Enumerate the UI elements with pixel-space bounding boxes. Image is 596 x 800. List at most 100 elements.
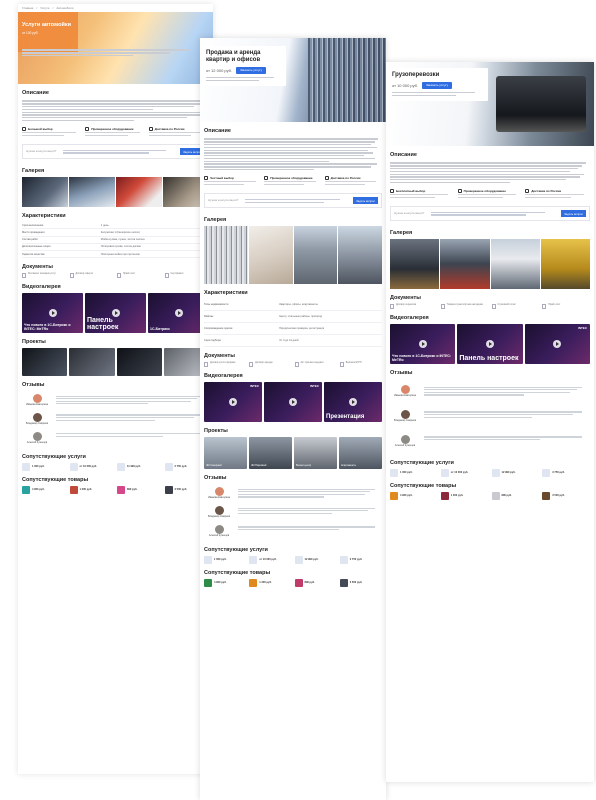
play-icon[interactable] [289, 398, 297, 407]
video-card[interactable]: INTEC [204, 382, 262, 423]
play-icon[interactable] [553, 340, 562, 349]
breadcrumb-item[interactable]: Главная [22, 6, 33, 10]
service-card[interactable]: 1 000 руб. [204, 555, 246, 564]
play-icon[interactable] [349, 398, 357, 407]
product-card[interactable]: 4 900 руб. [22, 485, 67, 494]
section-gallery-title: Галерея [22, 168, 45, 175]
document-item[interactable]: Договор купли-продажи [204, 362, 246, 368]
gallery-image[interactable] [116, 177, 162, 208]
gallery-image[interactable] [490, 239, 540, 290]
ask-question-button[interactable]: Задать вопрос [353, 197, 378, 205]
project-card[interactable] [22, 348, 68, 377]
project-card[interactable] [69, 348, 115, 377]
video-card[interactable]: Что нового в 1С-Битрикс и INTEC: MeTRo [22, 293, 83, 334]
gallery-image[interactable] [204, 226, 248, 285]
document-item[interactable]: Выписка ЕГРН [339, 362, 382, 368]
section-videos-title: Видеогалерея [204, 373, 243, 380]
service-card[interactable]: 11 990 руб. [117, 462, 162, 471]
breadcrumb-item[interactable]: Услуги [40, 6, 49, 10]
avatar [32, 431, 42, 441]
video-gallery: Что нового в 1С-Битрикс и INTEC: MeTRo П… [18, 293, 213, 334]
check-icon [204, 175, 208, 180]
review-item: Алексей Кузнецов [200, 522, 386, 541]
product-card[interactable]: 890 руб. [117, 485, 162, 494]
project-card[interactable]: ЖК Парковый [249, 437, 292, 470]
project-card[interactable]: Апартаменты [339, 437, 382, 470]
gallery-image[interactable] [22, 177, 68, 208]
document-item[interactable]: Акт приема-передачи [294, 362, 337, 368]
document-item[interactable]: Товарно-транспортная накладная [440, 304, 489, 310]
play-icon[interactable] [485, 340, 494, 349]
section-reviews-title: Отзывы [390, 370, 413, 377]
file-icon [294, 362, 299, 368]
service-card[interactable]: 1 000 руб. [390, 468, 438, 477]
feature-item: Честный выбор [204, 175, 261, 187]
breadcrumb-item[interactable]: Автомобили [56, 6, 73, 10]
gallery-image[interactable] [440, 239, 490, 290]
review-item: Владимир Смирнов [18, 410, 213, 429]
hero-banner: Грузоперевозки от 10 000 руб. Заказать у… [386, 62, 594, 146]
section-services-title: Сопутствующие услуги [390, 459, 454, 466]
section-goods-title: Сопутствующие товары [390, 482, 457, 489]
project-card[interactable]: ЖК Северный [204, 437, 247, 470]
document-item[interactable]: Договор аренды [249, 362, 291, 368]
product-card[interactable]: 890 руб. [294, 578, 337, 587]
project-card[interactable]: Бизнес-центр [294, 437, 337, 470]
hero-price: от 10 000 руб. [392, 82, 419, 88]
order-button[interactable]: Заказать услугу [236, 66, 267, 74]
service-card[interactable]: от 10 000 руб. [69, 462, 115, 471]
service-card[interactable]: 1 000 руб. [22, 462, 67, 471]
play-icon[interactable] [48, 309, 57, 318]
hero-banner: Продажа и аренда квартир и офисов от 12 … [200, 38, 386, 122]
feature-item: Бесплатный выбор [390, 188, 455, 200]
projects-list: ЖК Северный ЖК Парковый Бизнес-центр Апа… [200, 437, 386, 470]
related-services: 1 000 руб. от 10 000 руб. 11 990 руб. 2 … [18, 462, 213, 471]
product-card[interactable]: 4 900 руб. [390, 491, 438, 500]
product-card[interactable]: 1 300 руб. [69, 485, 115, 494]
video-card[interactable]: Что нового в 1С-Битрикс и INTEC: MeTRo [390, 324, 456, 365]
video-gallery: Что нового в 1С-Битрикс и INTEC: MeTRo П… [386, 324, 594, 365]
section-projects-title: Проекты [204, 428, 228, 435]
document-item[interactable]: Прайс-лист [542, 304, 590, 310]
product-card[interactable]: 3 500 руб. [542, 491, 590, 500]
order-button[interactable]: Заказать услугу [422, 81, 453, 89]
document-item[interactable]: Страховой полис [491, 304, 540, 310]
service-card[interactable]: 12 990 руб. [491, 468, 540, 477]
product-card[interactable]: 890 руб. [491, 491, 540, 500]
gallery-image[interactable] [338, 226, 382, 285]
service-card[interactable]: от 10 000 руб. [440, 468, 489, 477]
feature-item: Проверенное оборудование [85, 126, 145, 138]
product-card[interactable]: 3 500 руб. [339, 578, 382, 587]
play-icon[interactable] [111, 309, 120, 318]
document-item[interactable]: Регламент оказания услуг [22, 273, 67, 279]
service-card[interactable]: 2 750 руб. [339, 555, 382, 564]
ask-question-button[interactable]: Задать вопрос [561, 210, 586, 218]
video-card[interactable]: Панель настроек [457, 324, 523, 365]
review-item: Владимир Смирнов [386, 404, 594, 429]
video-card[interactable]: Панель настроек [85, 293, 146, 334]
document-item[interactable]: Договор-оферта [69, 273, 115, 279]
project-card[interactable] [116, 348, 162, 377]
video-card[interactable]: Презентация [324, 382, 382, 423]
gallery-image[interactable] [248, 226, 293, 285]
gallery-image[interactable] [390, 239, 440, 290]
avatar [214, 487, 224, 497]
video-card[interactable]: INTEC [264, 382, 322, 423]
document-item[interactable]: Прайс-лист [117, 273, 162, 279]
gallery-image[interactable] [69, 177, 115, 208]
service-card[interactable]: 3 750 руб. [542, 468, 590, 477]
product-card[interactable]: 1 300 руб. [440, 491, 489, 500]
video-card[interactable]: INTEC [524, 324, 590, 365]
gallery-image[interactable] [293, 226, 338, 285]
play-icon[interactable] [174, 309, 183, 318]
gallery-image[interactable] [540, 239, 590, 290]
characteristics-table: Срок выполнения 1 день Место проведения Ка… [18, 222, 213, 259]
document-item[interactable]: Договор перевозки [390, 304, 438, 310]
service-card[interactable]: от 10 000 руб. [249, 555, 291, 564]
product-card[interactable]: 1 300 руб. [249, 578, 291, 587]
service-card[interactable]: 12 990 руб. [294, 555, 337, 564]
play-icon[interactable] [229, 398, 237, 407]
play-icon[interactable] [418, 340, 427, 349]
file-icon [440, 304, 445, 310]
product-card[interactable]: 4 900 руб. [204, 578, 246, 587]
